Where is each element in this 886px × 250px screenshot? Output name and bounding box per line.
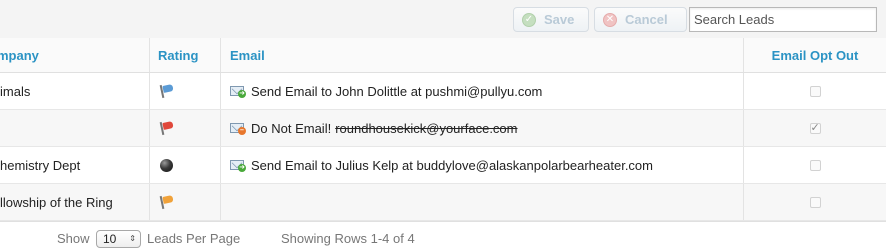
toolbar: ✓ Save ✕ Cancel <box>0 0 886 39</box>
column-header-email[interactable]: Email <box>220 38 743 72</box>
rating-cell <box>149 184 220 220</box>
leads-per-page-value: 10 <box>103 232 117 246</box>
email-opt-out-cell <box>743 184 886 220</box>
row-count-label: Showing Rows 1-4 of 4 <box>281 231 415 246</box>
do-not-email-icon: – <box>230 121 246 135</box>
eight-ball-icon <box>160 158 173 172</box>
table-footer: Show 10 ⇕ Leads Per Page Showing Rows 1-… <box>0 221 886 250</box>
rating-cell <box>149 147 220 183</box>
email-cell: ➜ Send Email to Julius Kelp at buddylove… <box>220 147 743 183</box>
email-opt-out-cell <box>743 73 886 109</box>
leads-per-page-select[interactable]: 10 ⇕ <box>96 230 141 248</box>
rating-cell <box>149 110 220 146</box>
cancel-button[interactable]: ✕ Cancel <box>594 7 687 32</box>
company-cell: llowship of the Ring <box>0 194 113 210</box>
company-cell: hemistry Dept <box>0 157 81 173</box>
send-email-icon[interactable]: ➜ <box>230 158 246 172</box>
show-label: Show <box>57 231 90 246</box>
table-row[interactable]: imals ➜ Send Email to John Dolittle at p… <box>0 73 886 110</box>
red-flag-icon <box>159 121 175 136</box>
company-cell <box>0 110 149 146</box>
cancel-button-label: Cancel <box>625 12 668 27</box>
search-input[interactable] <box>689 7 877 32</box>
column-header-email-opt-out[interactable]: Email Opt Out <box>743 38 886 72</box>
send-email-link[interactable]: Send Email to Julius Kelp at buddylove@a… <box>251 158 653 173</box>
table-row[interactable]: llowship of the Ring <box>0 184 886 221</box>
email-cell <box>220 184 743 220</box>
blue-flag-icon <box>159 84 175 99</box>
leads-page: ✓ Save ✕ Cancel mpany Rating Email Email… <box>0 0 886 250</box>
send-email-link[interactable]: Send Email to John Dolittle at pushmi@pu… <box>251 84 542 99</box>
save-button[interactable]: ✓ Save <box>513 7 589 32</box>
email-opt-out-cell <box>743 147 886 183</box>
checkmark-icon: ✓ <box>522 12 536 27</box>
company-cell: imals <box>0 83 31 99</box>
table-row[interactable]: hemistry Dept ➜ Send Email to Julius Kel… <box>0 147 886 184</box>
save-button-label: Save <box>544 12 575 27</box>
send-email-icon[interactable]: ➜ <box>230 84 246 98</box>
leads-per-page-label: Leads Per Page <box>147 231 241 246</box>
email-cell: – Do Not Email! roundhousekick@yourface.… <box>220 110 743 146</box>
rating-cell <box>149 73 220 109</box>
orange-flag-icon <box>159 195 175 210</box>
email-cell: ➜ Send Email to John Dolittle at pushmi@… <box>220 73 743 109</box>
leads-table: mpany Rating Email Email Opt Out imals ➜… <box>0 38 886 221</box>
column-header-rating[interactable]: Rating <box>149 38 220 72</box>
email-opt-out-checkbox[interactable] <box>809 196 821 208</box>
chevron-updown-icon: ⇕ <box>129 234 136 243</box>
table-header-row: mpany Rating Email Email Opt Out <box>0 38 886 73</box>
do-not-email-text: Do Not Email! <box>251 120 332 136</box>
email-opt-out-checkbox[interactable] <box>809 159 821 171</box>
email-opt-out-cell: ✓ <box>743 110 886 146</box>
opted-out-email-address: roundhousekick@yourface.com <box>335 120 518 136</box>
close-icon: ✕ <box>603 12 617 27</box>
table-row[interactable]: – Do Not Email! roundhousekick@yourface.… <box>0 110 886 147</box>
email-opt-out-checkbox-checked[interactable]: ✓ <box>809 122 821 134</box>
column-header-company[interactable]: mpany <box>0 38 146 72</box>
email-opt-out-checkbox[interactable] <box>809 85 821 97</box>
